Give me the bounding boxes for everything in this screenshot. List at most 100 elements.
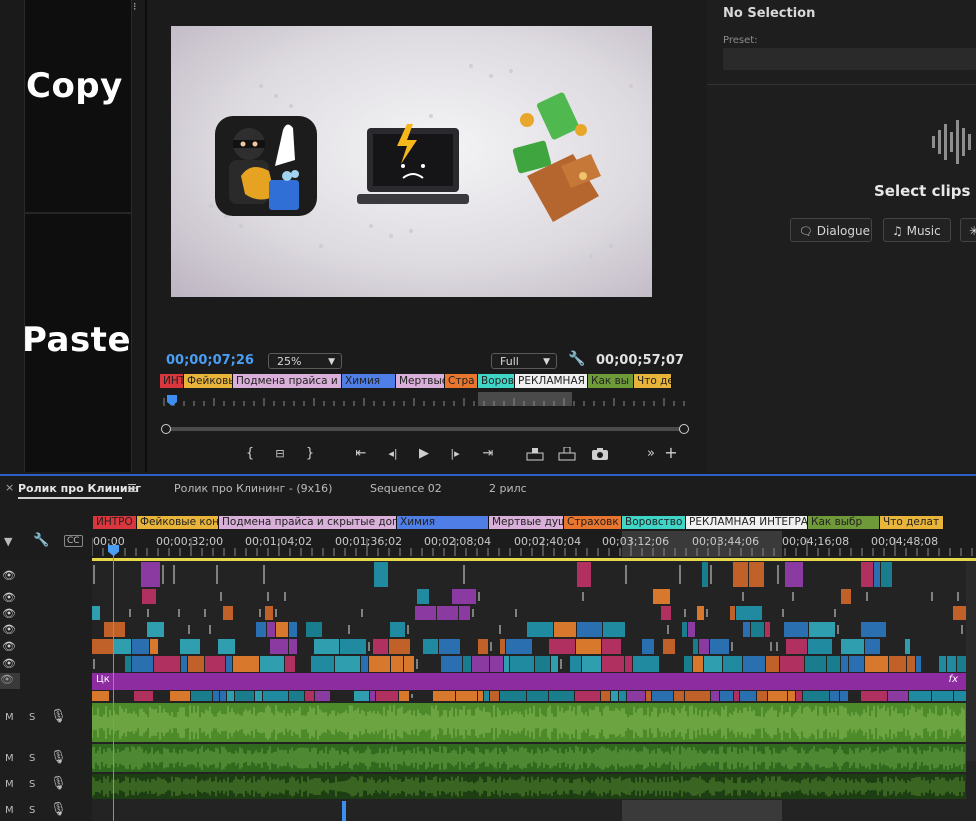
wrench-settings-icon[interactable]: 🔧 [33, 533, 49, 548]
tab-reels[interactable]: 2 рилс [489, 482, 527, 495]
video-clip [233, 656, 259, 672]
timeline-marker-chip[interactable]: Что делат [880, 516, 944, 529]
go-to-in-button[interactable]: ⇤ [352, 446, 370, 462]
timeline-marker-chip[interactable]: Страховк [564, 516, 622, 529]
eye-visibility-icon[interactable]: 👁 [2, 569, 16, 582]
solo-button[interactable]: S [29, 753, 35, 764]
extract-icon[interactable] [557, 446, 577, 461]
step-forward-button[interactable]: |▸ [446, 446, 464, 462]
timeline-marker-chip[interactable]: Химия [397, 516, 489, 529]
add-marker-button[interactable]: ⊟ [270, 446, 290, 462]
preset-dropdown[interactable] [723, 48, 976, 70]
timeline-marker-chip[interactable]: РЕКЛАМНАЯ ИНТЕГРА [686, 516, 808, 529]
video-clip [803, 691, 829, 701]
scrollbar-handle-right[interactable] [679, 424, 689, 434]
video-clip [841, 639, 864, 654]
resolution-value: Full [500, 355, 519, 368]
tab-sequence-active[interactable]: Ролик про Клининг [18, 482, 141, 495]
eye-visibility-icon[interactable]: 👁 [2, 591, 16, 604]
play-button[interactable]: ▶ [416, 446, 432, 462]
eye-visibility-icon[interactable]: 👁 [2, 640, 16, 653]
mute-button[interactable]: M [5, 805, 14, 816]
microphone-icon[interactable]: 🎙 [50, 776, 67, 791]
video-clip [861, 622, 886, 637]
video-clip [577, 562, 591, 587]
wrench-settings-icon[interactable]: 🔧 [568, 351, 585, 367]
timeline-marker-chip[interactable]: Воровство [622, 516, 686, 529]
microphone-icon[interactable]: 🎙 [50, 802, 67, 817]
solo-button[interactable]: S [29, 779, 35, 790]
panel-divider [707, 84, 976, 85]
mute-button[interactable]: M [5, 753, 14, 764]
tab-menu-icon[interactable]: ☰ [127, 482, 137, 495]
marker-chip[interactable]: Мертвые [396, 374, 445, 388]
eye-visibility-icon[interactable]: 👁 [2, 657, 16, 670]
timeline-marker-chip[interactable]: Фейковые кон [137, 516, 219, 529]
video-clip [452, 589, 476, 604]
track-area[interactable] [92, 561, 976, 821]
mute-button[interactable]: M [5, 779, 14, 790]
microphone-icon[interactable]: 🎙 [50, 709, 67, 724]
zoom-scrollbar[interactable] [166, 427, 684, 431]
music-type-button[interactable]: ♫ Music [883, 218, 951, 242]
panel-grip-icon[interactable]: ⁝ [133, 0, 141, 40]
mini-ruler-ticks [163, 392, 685, 406]
lift-icon[interactable] [525, 446, 545, 461]
go-to-out-button[interactable]: ⇥ [479, 446, 497, 462]
program-mini-ruler[interactable] [160, 392, 688, 408]
marker-chip[interactable]: Химия [342, 374, 396, 388]
video-clip [796, 691, 802, 701]
video-clip [749, 562, 764, 587]
microphone-icon[interactable]: 🎙 [50, 750, 67, 765]
marker-chip[interactable]: Фейковые [184, 374, 233, 388]
marker-chip[interactable]: Как вы [588, 374, 634, 388]
timeline-marker-chip[interactable]: Подмена прайса и скрытые допл [219, 516, 397, 529]
video-clip [766, 656, 779, 672]
video-clip [684, 656, 692, 672]
button-editor-add-button[interactable]: + [663, 445, 679, 461]
solo-button[interactable]: S [29, 805, 35, 816]
video-clip [527, 622, 553, 637]
export-frame-camera-icon[interactable] [591, 446, 609, 460]
thief-icon [215, 116, 317, 216]
video-clip [267, 622, 275, 637]
captions-icon[interactable]: CC [64, 535, 83, 547]
marker-chip[interactable]: Подмена прайса и [233, 374, 342, 388]
eye-hidden-icon[interactable]: 👁 [0, 673, 20, 689]
dialogue-type-button[interactable]: 🗨 Dialogue [790, 218, 872, 242]
step-back-button[interactable]: ◂| [384, 446, 402, 462]
marker-chip[interactable]: РЕКЛАМНАЯ [515, 374, 588, 388]
eye-visibility-icon[interactable]: 👁 [2, 607, 16, 620]
marker-chip[interactable]: ИНТРО [160, 374, 184, 388]
video-clip [888, 691, 908, 701]
marker-chip[interactable]: Стра [445, 374, 478, 388]
mute-button[interactable]: M [5, 712, 14, 723]
resolution-dropdown[interactable]: Full ▼ [491, 353, 557, 369]
solo-button[interactable]: S [29, 712, 35, 723]
tab-sequence-02[interactable]: Sequence 02 [370, 482, 442, 495]
video-clip [663, 639, 675, 654]
playhead-line[interactable] [113, 548, 114, 821]
video-clip [510, 656, 534, 672]
timeline-marker-chip[interactable]: Как выбр [808, 516, 880, 529]
video-clip [315, 691, 330, 701]
zoom-level-dropdown[interactable]: 25% ▼ [268, 353, 342, 369]
eye-visibility-icon[interactable]: 👁 [2, 623, 16, 636]
marker-chip[interactable]: Что де [634, 374, 672, 388]
sfx-type-button[interactable]: ✳ [960, 218, 976, 242]
close-tab-icon[interactable]: × [5, 481, 14, 494]
timeline-marker-chip[interactable]: Мертвые душ [489, 516, 564, 529]
tab-sequence-vertical[interactable]: Ролик про Клининг - (9x16) [174, 482, 332, 495]
current-timecode[interactable]: 00;00;07;26 [166, 353, 254, 368]
marker-chip[interactable]: Ворово [478, 374, 515, 388]
video-clip [191, 691, 212, 701]
timeline-vertical-scrollbar[interactable] [966, 561, 976, 761]
mark-out-button[interactable]: } [304, 446, 316, 462]
video-clip [305, 691, 314, 701]
mark-in-button[interactable]: { [244, 446, 256, 462]
timeline-marker-chip[interactable]: ИНТРО [93, 516, 137, 529]
snap-magnet-icon[interactable]: ▼ [4, 535, 12, 548]
adjustment-layer-clip[interactable]: Цк fx [92, 673, 966, 690]
more-controls-button[interactable]: » [643, 446, 659, 462]
scrollbar-handle-left[interactable] [161, 424, 171, 434]
